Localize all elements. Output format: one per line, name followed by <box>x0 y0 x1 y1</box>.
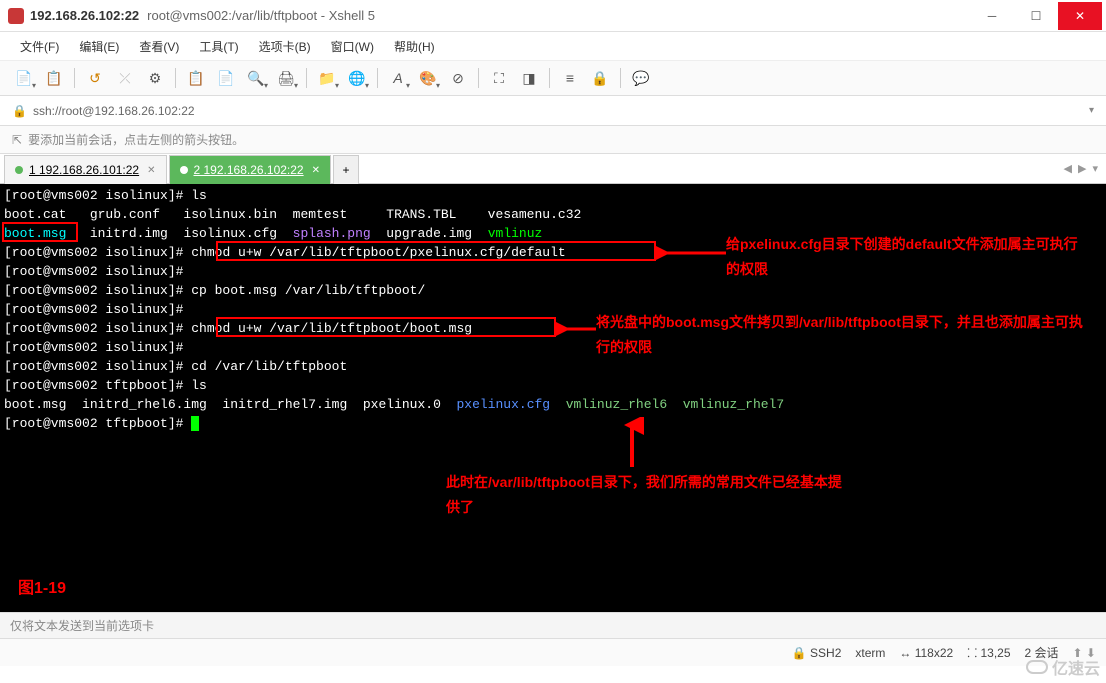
terminal-line: [root@vms002 isolinux]# <box>4 300 1102 319</box>
transparent-button[interactable]: ◨ <box>515 64 543 92</box>
compose-hint: 仅将文本发送到当前选项卡 <box>10 617 154 634</box>
new-session-button[interactable]: 📄 <box>10 64 38 92</box>
terminal-line: [root@vms002 isolinux]# <box>4 338 1102 357</box>
font-button[interactable]: A <box>384 64 412 92</box>
status-pos: ⸬ 13,25 <box>967 644 1010 661</box>
copy-button[interactable]: 📋 <box>182 64 210 92</box>
new-tab-button[interactable]: + <box>333 155 359 184</box>
terminal-line: [root@vms002 isolinux]# chmod u+w /var/l… <box>4 243 1102 262</box>
menu-tools[interactable]: 工具(T) <box>191 34 246 59</box>
hint-arrow-icon[interactable]: ⇱ <box>12 133 22 147</box>
tab-close-icon[interactable]: ✕ <box>312 165 320 176</box>
app-icon <box>8 8 24 24</box>
status-size: ↔ 118x22 <box>899 646 953 660</box>
toolbar: 📄 📋 ↺ ⤫ ⚙ 📋 📄 🔍 🖨 📁 🌐 A 🎨 ⊘ ⛶ ◨ ≡ 🔒 💬 <box>0 60 1106 96</box>
status-proto: 🔒 SSH2 <box>792 646 842 660</box>
annotation-text-3: 此时在/var/lib/tftpboot目录下，我们所需的常用文件已经基本提供了 <box>446 470 846 520</box>
separator <box>377 68 378 88</box>
hint-bar: ⇱ 要添加当前会话，点击左侧的箭头按钮。 <box>0 126 1106 154</box>
status-bar: 🔒 SSH2 xterm ↔ 118x22 ⸬ 13,25 2 会话 ⬆ ⬇ 亿… <box>0 638 1106 666</box>
separator <box>478 68 479 88</box>
tab-close-icon[interactable]: ✕ <box>147 165 155 176</box>
open-button[interactable]: 📋 <box>40 64 68 92</box>
help-button[interactable]: 💬 <box>627 64 655 92</box>
separator <box>74 68 75 88</box>
menu-window[interactable]: 窗口(W) <box>323 34 382 59</box>
lock-button[interactable]: 🔒 <box>586 64 614 92</box>
find-button[interactable]: 🔍 <box>242 64 270 92</box>
terminal-line: [root@vms002 isolinux]# ls <box>4 186 1102 205</box>
session-tab-1[interactable]: 1 192.168.26.101:22 ✕ <box>4 155 167 184</box>
status-dot-icon <box>15 166 23 174</box>
disconnect-button[interactable]: ⤫ <box>111 64 139 92</box>
tab-nav: ◀ ▶ ▾ <box>1056 154 1106 183</box>
terminal-line: boot.msg initrd_rhel6.img initrd_rhel7.i… <box>4 395 1102 414</box>
terminal-line: boot.msg initrd.img isolinux.cfg splash.… <box>4 224 1102 243</box>
menu-help[interactable]: 帮助(H) <box>386 34 443 59</box>
separator <box>549 68 550 88</box>
titlebar: 192.168.26.102:22 root@vms002:/var/lib/t… <box>0 0 1106 32</box>
window-controls <box>970 2 1102 30</box>
address-bar[interactable]: 🔒 ssh://root@192.168.26.102:22 ▾ <box>0 96 1106 126</box>
menubar: 文件(F) 编辑(E) 查看(V) 工具(T) 选项卡(B) 窗口(W) 帮助(… <box>0 32 1106 60</box>
status-term: xterm <box>855 646 885 660</box>
status-dot-icon <box>180 166 188 174</box>
tab-list-icon[interactable]: ▾ <box>1092 162 1098 175</box>
titlebar-host: 192.168.26.102:22 <box>30 8 139 23</box>
terminal-line: [root@vms002 isolinux]# chmod u+w /var/l… <box>4 319 1102 338</box>
quick-button[interactable]: ≡ <box>556 64 584 92</box>
lock-icon: 🔒 <box>12 104 27 118</box>
menu-view[interactable]: 查看(V) <box>131 34 187 59</box>
maximize-button[interactable] <box>1014 2 1058 30</box>
print-button[interactable]: 🖨 <box>272 64 300 92</box>
compose-bar[interactable]: 仅将文本发送到当前选项卡 <box>0 612 1106 638</box>
clear-screen-button[interactable]: ⊘ <box>444 64 472 92</box>
terminal-line: [root@vms002 tftpboot]# <box>4 414 1102 433</box>
terminal-line: [root@vms002 isolinux]# cd /var/lib/tftp… <box>4 357 1102 376</box>
fullscreen-button[interactable]: ⛶ <box>485 64 513 92</box>
terminal[interactable]: 给pxelinux.cfg目录下创建的default文件添加属主可执行的权限 将… <box>0 184 1106 612</box>
separator <box>175 68 176 88</box>
cloud-icon <box>1026 660 1048 674</box>
terminal-line: [root@vms002 isolinux]# cp boot.msg /var… <box>4 281 1102 300</box>
menu-file[interactable]: 文件(F) <box>12 34 67 59</box>
menu-edit[interactable]: 编辑(E) <box>71 34 127 59</box>
terminal-line: [root@vms002 tftpboot]# ls <box>4 376 1102 395</box>
separator <box>620 68 621 88</box>
address-dropdown-icon[interactable]: ▾ <box>1089 105 1094 116</box>
tab-next-icon[interactable]: ▶ <box>1078 162 1086 175</box>
close-button[interactable] <box>1058 2 1102 30</box>
menu-tabs[interactable]: 选项卡(B) <box>251 34 319 59</box>
language-button[interactable]: 🌐 <box>343 64 371 92</box>
xftp-button[interactable]: 📁 <box>313 64 341 92</box>
terminal-line: [root@vms002 isolinux]# <box>4 262 1102 281</box>
paste-button[interactable]: 📄 <box>212 64 240 92</box>
hint-text: 要添加当前会话，点击左侧的箭头按钮。 <box>28 131 244 148</box>
address-text: ssh://root@192.168.26.102:22 <box>33 104 1089 118</box>
minimize-button[interactable] <box>970 2 1014 30</box>
properties-button[interactable]: ⚙ <box>141 64 169 92</box>
cursor <box>191 416 199 431</box>
tab-prev-icon[interactable]: ◀ <box>1064 162 1072 175</box>
figure-label: 图1-19 <box>18 575 66 604</box>
tab-label: 2 192.168.26.102:22 <box>194 163 304 177</box>
reconnect-button[interactable]: ↺ <box>81 64 109 92</box>
watermark: 亿速云 <box>1026 655 1100 679</box>
separator <box>306 68 307 88</box>
plus-icon: + <box>342 163 349 177</box>
session-tabbar: 1 192.168.26.101:22 ✕ 2 192.168.26.102:2… <box>0 154 1106 184</box>
titlebar-subtitle: root@vms002:/var/lib/tftpboot - Xshell 5 <box>147 8 375 23</box>
terminal-line: boot.cat grub.conf isolinux.bin memtest … <box>4 205 1102 224</box>
tab-label: 1 192.168.26.101:22 <box>29 163 139 177</box>
color-scheme-button[interactable]: 🎨 <box>414 64 442 92</box>
session-tab-2[interactable]: 2 192.168.26.102:22 ✕ <box>169 155 332 184</box>
